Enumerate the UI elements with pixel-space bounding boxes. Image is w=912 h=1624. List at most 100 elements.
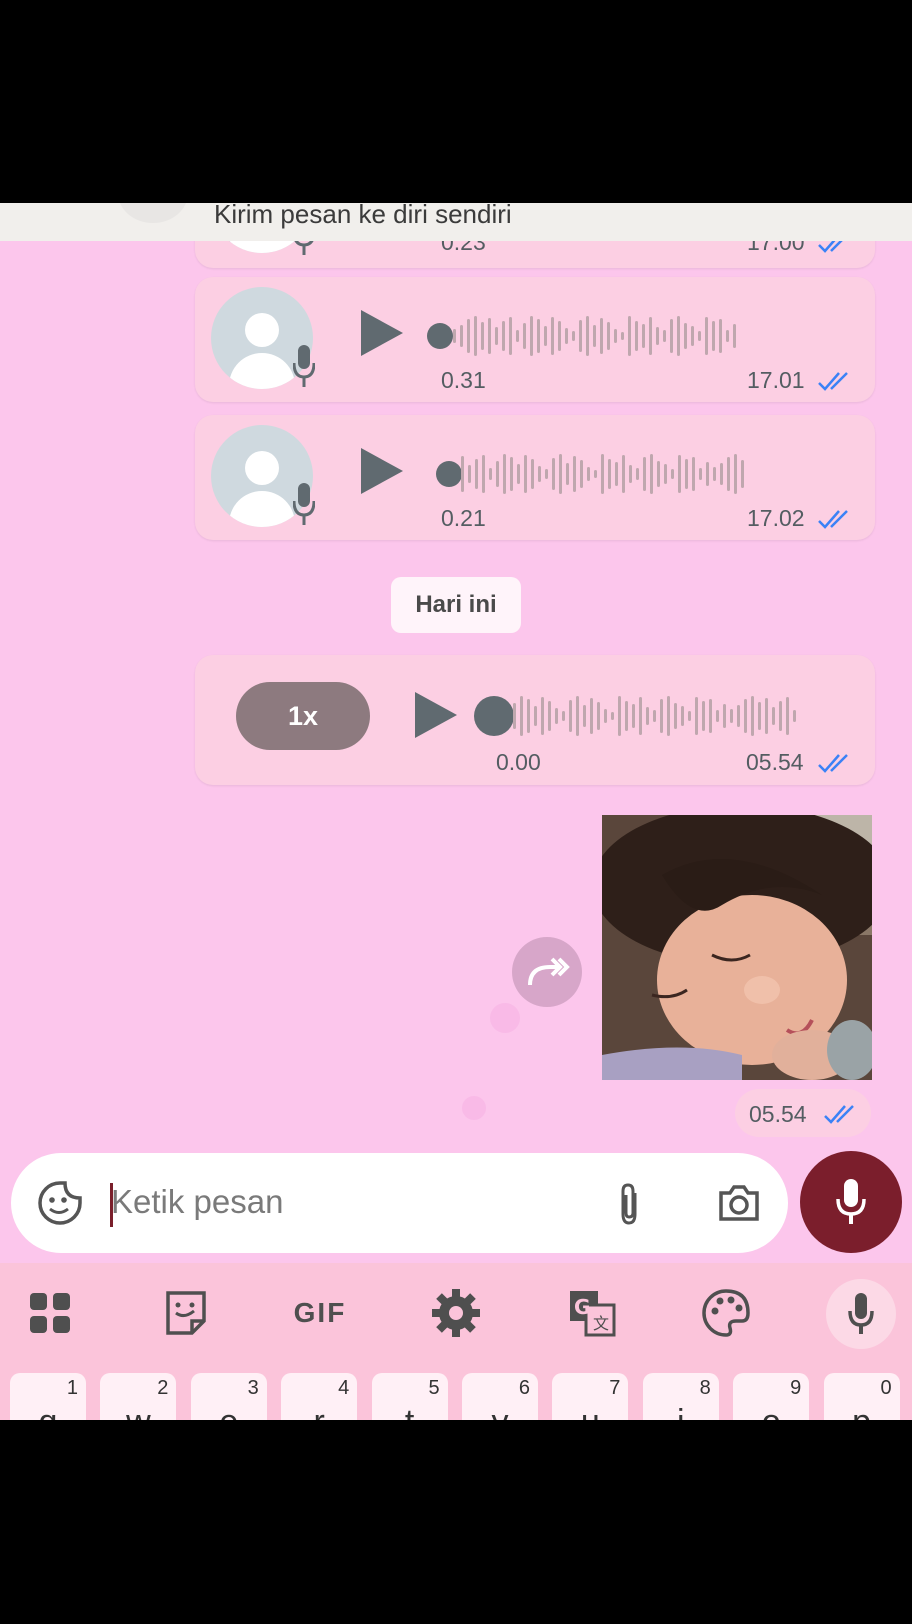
waveform-bar — [671, 469, 674, 479]
playback-scrubber[interactable] — [427, 323, 453, 349]
voice-message[interactable]: 0.21 17.02 — [195, 415, 875, 540]
waveform-bar — [516, 330, 519, 342]
waveform-bar — [667, 696, 670, 736]
waveform-bar — [649, 317, 652, 355]
waveform-bar — [684, 323, 687, 349]
waveform-bar — [622, 455, 625, 493]
waveform-bar — [555, 708, 558, 724]
sticker-icon[interactable] — [156, 1283, 216, 1343]
waveform-bar — [635, 321, 638, 351]
key-e[interactable]: 3e — [190, 1373, 267, 1420]
play-icon[interactable] — [361, 310, 403, 356]
playback-speed-button[interactable]: 1x — [236, 682, 370, 750]
key-o[interactable]: 9o — [733, 1373, 810, 1420]
voice-duration: 0.31 — [441, 367, 486, 393]
camera-icon[interactable] — [717, 1183, 761, 1223]
waveform-bar — [695, 697, 698, 735]
waveform-bar — [734, 454, 737, 494]
contact-avatar[interactable] — [118, 203, 188, 223]
waveform-bar — [580, 460, 583, 488]
waveform-bar — [670, 319, 673, 353]
key-i[interactable]: 8i — [642, 1373, 719, 1420]
photo-sleeping-child — [602, 815, 872, 1080]
voice-waveform[interactable] — [513, 689, 796, 743]
key-t[interactable]: 5t — [371, 1373, 448, 1420]
key-y[interactable]: 6y — [462, 1373, 538, 1420]
mic-icon — [836, 1179, 866, 1224]
waveform-bar — [520, 696, 523, 736]
settings-icon[interactable] — [426, 1283, 486, 1343]
voice-waveform[interactable] — [461, 447, 744, 501]
waveform-bar — [474, 316, 477, 356]
waveform-bar — [758, 702, 761, 730]
key-u[interactable]: 7u — [552, 1373, 629, 1420]
waveform-bar — [531, 459, 534, 489]
waveform-bar — [765, 698, 768, 734]
image-message[interactable] — [602, 815, 872, 1080]
waveform-bar — [587, 467, 590, 481]
message-composer[interactable]: Ketik pesan — [11, 1153, 788, 1253]
apps-icon[interactable] — [20, 1283, 80, 1343]
chat-header[interactable]: Kirim pesan ke diri sendiri — [0, 203, 912, 241]
waveform-bar — [643, 457, 646, 491]
voice-message[interactable]: 1x 0.00 05.54 — [195, 655, 875, 785]
waveform-bar — [541, 697, 544, 735]
waveform-bar — [726, 330, 729, 342]
forward-button[interactable] — [512, 937, 582, 1007]
message-time: 17.01 — [747, 367, 805, 393]
waveform-bar — [639, 697, 642, 735]
waveform-bar — [509, 317, 512, 355]
sticker-emoji-icon[interactable] — [37, 1180, 83, 1226]
waveform-bar — [636, 468, 639, 480]
palette-icon[interactable] — [696, 1283, 756, 1343]
key-letter: i — [643, 1403, 719, 1420]
waveform-bar — [709, 699, 712, 733]
waveform-bar — [628, 316, 631, 356]
waveform-bar — [615, 462, 618, 486]
waveform-bar — [569, 700, 572, 732]
waveform-bar — [663, 330, 666, 342]
background-decoration — [462, 1096, 486, 1120]
waveform-bar — [562, 711, 565, 721]
waveform-bar — [593, 325, 596, 347]
message-input[interactable]: Ketik pesan — [111, 1183, 283, 1221]
voice-message[interactable]: 0.31 17.01 — [195, 277, 875, 402]
waveform-bar — [530, 316, 533, 356]
voice-input-button[interactable] — [826, 1279, 896, 1349]
key-w[interactable]: 2w — [100, 1373, 177, 1420]
attach-icon[interactable] — [615, 1181, 643, 1227]
key-q[interactable]: 1q — [10, 1373, 86, 1420]
key-number-hint: 9 — [790, 1377, 802, 1399]
key-p[interactable]: 0p — [823, 1373, 900, 1420]
read-receipt-icon — [818, 510, 848, 529]
key-letter: e — [191, 1403, 267, 1420]
voice-waveform[interactable] — [453, 309, 736, 363]
waveform-bar — [544, 326, 547, 346]
waveform-bar — [534, 706, 537, 726]
translate-icon[interactable]: G文 — [562, 1283, 622, 1343]
waveform-bar — [607, 322, 610, 350]
voice-record-button[interactable] — [800, 1151, 902, 1253]
playback-scrubber[interactable] — [474, 696, 514, 736]
key-r[interactable]: 4r — [281, 1373, 358, 1420]
key-number-hint: 7 — [609, 1377, 621, 1399]
waveform-bar — [692, 457, 695, 491]
waveform-bar — [621, 332, 624, 340]
waveform-bar — [614, 329, 617, 343]
waveform-bar — [691, 326, 694, 346]
play-icon[interactable] — [415, 692, 457, 738]
playback-scrubber[interactable] — [436, 461, 462, 487]
gif-button[interactable]: GIF — [290, 1283, 350, 1343]
waveform-bar — [720, 463, 723, 485]
waveform-bar — [600, 318, 603, 354]
waveform-bar — [537, 319, 540, 353]
waveform-bar — [579, 320, 582, 352]
waveform-bar — [674, 703, 677, 729]
waveform-bar — [545, 469, 548, 479]
key-number-hint: 4 — [338, 1377, 350, 1399]
waveform-bar — [495, 327, 498, 345]
play-icon[interactable] — [361, 448, 403, 494]
image-timestamp: 05.54 — [735, 1089, 871, 1137]
waveform-bar — [786, 697, 789, 735]
waveform-bar — [685, 459, 688, 489]
